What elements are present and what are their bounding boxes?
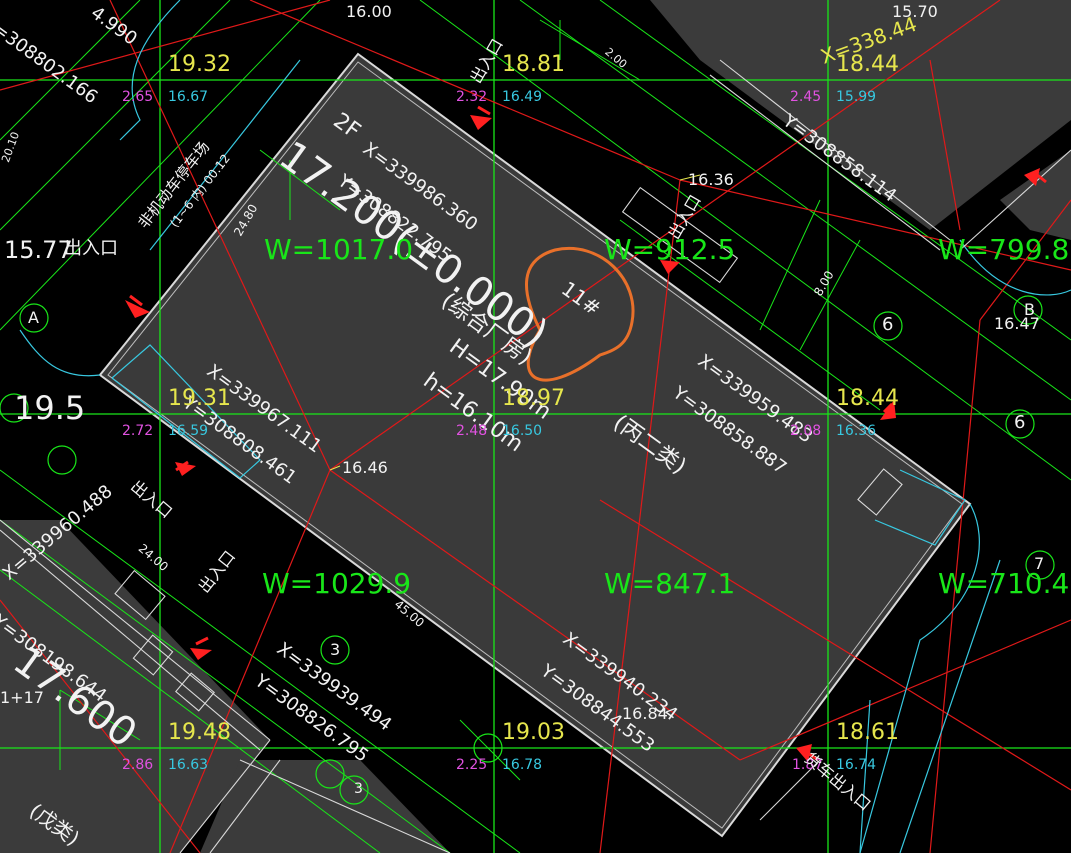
point-elev-8: 19.5 [14, 389, 86, 427]
elev-main-5: 18.97 [502, 386, 565, 411]
axis-3b: 3 [354, 781, 363, 797]
elev-b-6: 16.36 [836, 423, 877, 439]
elev-main-3: 18.44 [836, 52, 899, 77]
axis-3: 3 [330, 640, 341, 659]
elev-b-8: 16.78 [502, 757, 543, 773]
w-value-3: W=799.8 [938, 233, 1070, 266]
elev-a-1: 2.65 [122, 89, 154, 105]
elev-main-1: 19.32 [168, 52, 231, 77]
elev-main-8: 19.03 [502, 720, 565, 745]
axis-a: A [28, 308, 39, 327]
point-elev-1: 16.36 [688, 170, 734, 189]
axis-6b: 6 [1014, 412, 1026, 433]
w-value-6: W=710.4 [938, 567, 1070, 600]
point-elev-7: 15.77 [4, 236, 73, 264]
elev-b-9: 16.74 [836, 757, 877, 773]
elev-b-3: 15.99 [836, 89, 877, 105]
cad-canvas[interactable]: 2F 17.200(±0.000) (综合厂房) H=17.90m h=16.1… [0, 0, 1071, 853]
elev-main-9: 18.61 [836, 720, 899, 745]
elev-b-2: 16.49 [502, 89, 543, 105]
elev-a-4: 2.72 [122, 423, 154, 439]
elev-b-7: 16.63 [168, 757, 209, 773]
point-elev-6: 15.70 [892, 2, 938, 21]
w-value-5: W=847.1 [604, 567, 736, 600]
point-elev-3: 16.46 [342, 458, 388, 477]
elev-a-5: 2.48 [456, 423, 488, 439]
elev-main-4: 19.31 [168, 386, 231, 411]
w-value-4: W=1029.9 [262, 567, 412, 600]
axis-6a: 6 [882, 314, 894, 335]
entrance-label-1: 出入口 [64, 238, 118, 259]
elev-main-6: 18.44 [836, 386, 899, 411]
elev-b-5: 16.50 [502, 423, 543, 439]
elev-a-8: 2.25 [456, 757, 488, 773]
elev-a-7: 2.86 [122, 757, 154, 773]
elev-b-4: 16.59 [168, 423, 209, 439]
w-value-1: W=1017.0 [264, 233, 414, 266]
elev-a-3: 2.45 [790, 89, 822, 105]
w-value-2: W=912.5 [604, 233, 736, 266]
elev-main-2: 18.81 [502, 52, 565, 77]
point-elev-5: 16.00 [346, 2, 392, 21]
elev-a-6: 2.08 [790, 423, 822, 439]
elev-b-1: 16.67 [168, 89, 209, 105]
axis-b: B [1024, 300, 1035, 319]
elev-a-2: 2.32 [456, 89, 488, 105]
elev-main-7: 19.48 [168, 720, 231, 745]
point-elev-4: 16.84 [622, 704, 668, 723]
axis-7: 7 [1034, 554, 1045, 573]
cut-label-1: 1+17 [0, 688, 44, 707]
